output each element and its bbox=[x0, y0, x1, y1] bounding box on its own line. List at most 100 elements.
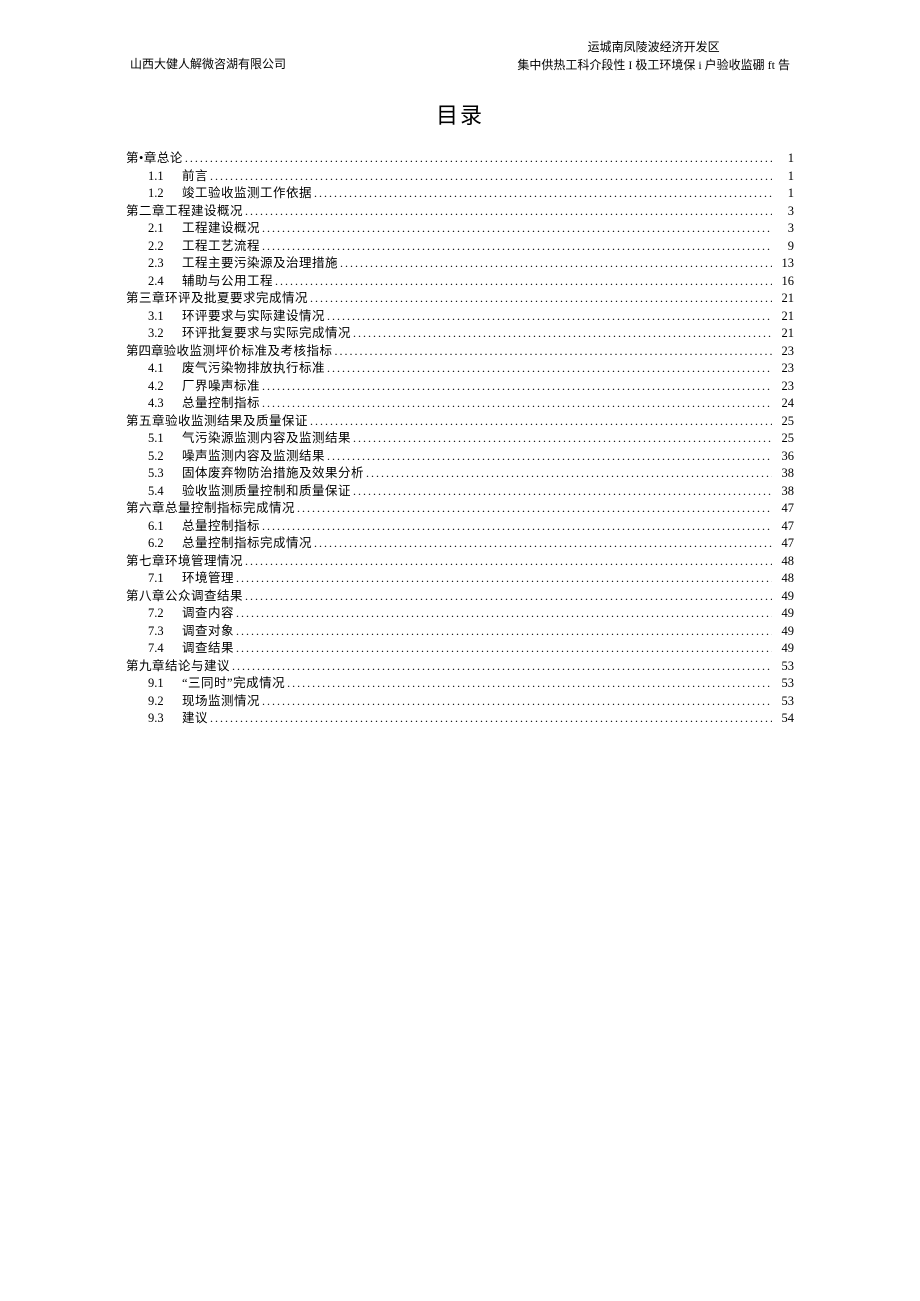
toc-leader-dots bbox=[327, 310, 772, 322]
toc-entry-number: 2.1 bbox=[148, 222, 182, 235]
toc-leader-dots bbox=[236, 642, 772, 654]
toc-entry-label: 第九章结论与建议 bbox=[126, 660, 230, 673]
page-header: 山西大健人解微咨湖有限公司 运城南凤陵波经济开发区 集中供热工科介段性 I 极工… bbox=[120, 38, 800, 80]
toc-entry-label: 辅助与公用工程 bbox=[182, 275, 273, 288]
toc-entry-number: 6.1 bbox=[148, 520, 182, 533]
toc-entry-page: 48 bbox=[774, 572, 794, 585]
toc-entry: 9.1“三同时”完成情况53 bbox=[126, 677, 794, 690]
toc-entry-page: 24 bbox=[774, 397, 794, 410]
toc-leader-dots bbox=[310, 415, 772, 427]
toc-leader-dots bbox=[262, 397, 772, 409]
toc-entry-page: 9 bbox=[774, 240, 794, 253]
toc-leader-dots bbox=[185, 152, 772, 164]
toc-entry: 第四章验收监测坪价标准及考核指标23 bbox=[126, 345, 794, 358]
toc-entry: 第八章公众调查结果49 bbox=[126, 590, 794, 603]
toc-entry-page: 1 bbox=[774, 170, 794, 183]
toc-leader-dots bbox=[353, 327, 772, 339]
document-page: 山西大健人解微咨湖有限公司 运城南凤陵波经济开发区 集中供热工科介段性 I 极工… bbox=[0, 0, 920, 725]
toc-entry-label: 厂界噪声标准 bbox=[182, 380, 260, 393]
toc-entry-page: 47 bbox=[774, 537, 794, 550]
toc-entry-number: 7.3 bbox=[148, 625, 182, 638]
toc-entry-label: 第六章总量控制指标完成情况 bbox=[126, 502, 295, 515]
toc-entry-label: 噪声监测内容及监测结果 bbox=[182, 450, 325, 463]
toc-leader-dots bbox=[314, 537, 772, 549]
toc-entry: 5.1气污染源监测内容及监测结果25 bbox=[126, 432, 794, 445]
toc-entry-number: 3.2 bbox=[148, 327, 182, 340]
toc-entry-page: 1 bbox=[774, 187, 794, 200]
toc-leader-dots bbox=[245, 590, 772, 602]
toc-entry-label: 环评要求与实际建设情况 bbox=[182, 310, 325, 323]
toc-entry-page: 53 bbox=[774, 677, 794, 690]
toc-entry-number: 3.1 bbox=[148, 310, 182, 323]
toc-entry: 5.3固体废弃物防治措施及效果分析38 bbox=[126, 467, 794, 480]
toc-entry-page: 25 bbox=[774, 432, 794, 445]
toc-entry-number: 4.2 bbox=[148, 380, 182, 393]
header-right: 运城南凤陵波经济开发区 集中供热工科介段性 I 极工环境保 i 户验收监硼 ft… bbox=[517, 38, 790, 74]
toc-entry-page: 49 bbox=[774, 642, 794, 655]
toc-entry-label: 前言 bbox=[182, 170, 208, 183]
toc-entry: 5.4验收监测质量控制和质量保证38 bbox=[126, 485, 794, 498]
toc-entry-number: 2.4 bbox=[148, 275, 182, 288]
toc-entry: 第•章总论1 bbox=[126, 152, 794, 165]
toc-entry-label: 总量控制指标 bbox=[182, 520, 260, 533]
toc-entry-label: 第二章工程建设概况 bbox=[126, 205, 243, 218]
toc-entry-page: 23 bbox=[774, 362, 794, 375]
toc-entry: 第六章总量控制指标完成情况47 bbox=[126, 502, 794, 515]
toc-leader-dots bbox=[340, 257, 772, 269]
toc-leader-dots bbox=[275, 275, 772, 287]
toc-entry-number: 1.1 bbox=[148, 170, 182, 183]
toc-entry-page: 54 bbox=[774, 712, 794, 725]
toc-entry-label: 第七章环境管理情况 bbox=[126, 555, 243, 568]
header-left: 山西大健人解微咨湖有限公司 bbox=[130, 55, 286, 74]
toc-entry-number: 5.1 bbox=[148, 432, 182, 445]
toc-entry-label: 调查对象 bbox=[182, 625, 234, 638]
toc-entry: 3.1环评要求与实际建设情况21 bbox=[126, 310, 794, 323]
toc-entry-page: 48 bbox=[774, 555, 794, 568]
toc-entry: 第九章结论与建议 53 bbox=[126, 660, 794, 673]
toc-entry-label: 第•章总论 bbox=[126, 152, 183, 165]
toc-entry-label: “三同时”完成情况 bbox=[182, 677, 285, 690]
toc-leader-dots bbox=[262, 222, 772, 234]
toc-entry: 9.2现场监测情况53 bbox=[126, 695, 794, 708]
toc-leader-dots bbox=[210, 170, 772, 182]
toc-leader-dots bbox=[353, 432, 772, 444]
toc-entry-label: 固体废弃物防治措施及效果分析 bbox=[182, 467, 364, 480]
toc-entry-label: 第三章环评及批夏要求完成情况 bbox=[126, 292, 308, 305]
toc-entry-number: 4.3 bbox=[148, 397, 182, 410]
toc-entry: 5.2噪声监测内容及监测结果36 bbox=[126, 450, 794, 463]
toc-entry-label: 总量控制指标完成情况 bbox=[182, 537, 312, 550]
toc-entry-number: 6.2 bbox=[148, 537, 182, 550]
toc-entry-label: 验收监测坪价标准及考核指标 bbox=[164, 345, 333, 358]
toc-entry: 6.1总量控制指标 47 bbox=[126, 520, 794, 533]
toc-entry-page: 47 bbox=[774, 520, 794, 533]
toc-entry-number: 7.4 bbox=[148, 642, 182, 655]
toc-entry-page: 53 bbox=[774, 660, 794, 673]
toc-leader-dots bbox=[262, 240, 772, 252]
toc-entry-number: 4.1 bbox=[148, 362, 182, 375]
toc-entry-label: 工程工艺流程 bbox=[182, 240, 260, 253]
toc-entry-number: 7.2 bbox=[148, 607, 182, 620]
toc-leader-dots bbox=[297, 502, 772, 514]
toc-entry: 1.2竣工验收监测工作依据1 bbox=[126, 187, 794, 200]
toc-leader-dots bbox=[353, 485, 772, 497]
toc-leader-dots bbox=[236, 572, 772, 584]
toc-leader-dots bbox=[232, 660, 772, 672]
toc-entry: 9.3建议54 bbox=[126, 712, 794, 725]
toc-entry-number: 第四章 bbox=[126, 345, 164, 358]
toc-entry: 4.3总量控制指标24 bbox=[126, 397, 794, 410]
toc-entry: 6.2总量控制指标完成情况 47 bbox=[126, 537, 794, 550]
toc-leader-dots bbox=[262, 695, 772, 707]
toc-entry-page: 21 bbox=[774, 292, 794, 305]
toc-entry-label: 调查结果 bbox=[182, 642, 234, 655]
toc-entry-number: 1.2 bbox=[148, 187, 182, 200]
toc-entry: 4.1废气污染物排放执行标准23 bbox=[126, 362, 794, 375]
toc-entry-label: 建议 bbox=[182, 712, 208, 725]
toc-leader-dots bbox=[366, 467, 772, 479]
toc-leader-dots bbox=[335, 345, 772, 357]
toc-entry-page: 23 bbox=[774, 380, 794, 393]
toc-leader-dots bbox=[327, 450, 772, 462]
toc-entry-number: 9.2 bbox=[148, 695, 182, 708]
toc-entry: 第七章环境管理情况 48 bbox=[126, 555, 794, 568]
toc-leader-dots bbox=[245, 205, 772, 217]
toc-entry-number: 2.2 bbox=[148, 240, 182, 253]
